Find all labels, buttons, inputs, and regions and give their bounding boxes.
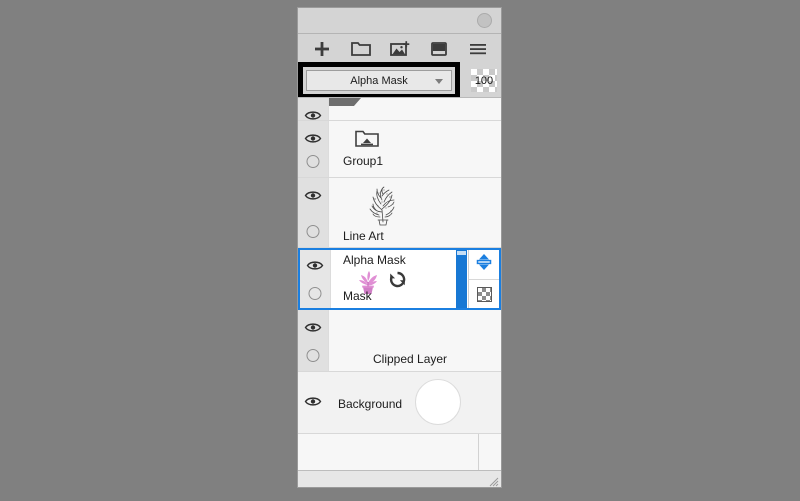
layer-scrollbar[interactable]	[456, 250, 467, 308]
blend-mode-dropdown[interactable]: Alpha Mask	[306, 70, 452, 91]
panel-titlebar	[298, 8, 501, 34]
layer-gutter	[298, 98, 329, 120]
layer-gutter	[300, 250, 331, 308]
layer-row[interactable]	[298, 98, 501, 121]
folder-icon	[353, 129, 381, 156]
layer-row-controls	[468, 250, 499, 308]
layer-lock-toggle[interactable]	[308, 287, 322, 300]
transparency-button[interactable]	[469, 279, 499, 309]
checkerboard-icon	[476, 287, 492, 302]
layer-row[interactable]: Group1	[298, 121, 501, 178]
layer-list[interactable]: Group1 Line Art Alpha Mask Mask Clipped …	[298, 97, 501, 470]
layer-gutter	[298, 121, 329, 177]
panel-footer	[298, 470, 501, 487]
layer-row-body: Alpha Mask Mask	[331, 250, 499, 308]
import-image-button[interactable]	[380, 35, 419, 63]
plus-icon	[312, 39, 332, 59]
layer-name: Line Art	[343, 229, 384, 243]
opacity-value: 100	[474, 74, 494, 87]
layer-row[interactable]: Clipped Layer	[298, 310, 501, 372]
visibility-eye-icon[interactable]	[306, 258, 324, 276]
layer-gutter	[298, 178, 329, 247]
add-layer-button[interactable]	[302, 35, 341, 63]
panel-toolbar	[298, 34, 501, 64]
layer-list-empty-area[interactable]	[298, 434, 501, 470]
panel-menu-circle-icon[interactable]	[477, 13, 492, 28]
up-down-arrows-icon	[474, 252, 494, 277]
resize-grip-icon[interactable]	[487, 474, 499, 487]
blend-mode-dropdown-wrap: Alpha Mask	[298, 62, 460, 99]
layer-name: Group1	[343, 154, 384, 168]
layer-panel: Alpha Mask 100 Group1 Line Art Alpha Mas…	[297, 7, 502, 488]
layer-lock-toggle[interactable]	[306, 349, 320, 362]
panel-menu-button[interactable]	[458, 35, 497, 63]
layer-gutter	[298, 310, 329, 371]
layer-gutter	[298, 372, 328, 433]
layer-name: Alpha Mask	[343, 253, 406, 267]
mask-icon	[429, 40, 449, 58]
image-plus-icon	[389, 39, 411, 59]
layer-thumbnail	[357, 182, 409, 228]
visibility-eye-icon[interactable]	[304, 131, 322, 149]
add-mask-button[interactable]	[419, 35, 458, 63]
layer-row-selected[interactable]: Alpha Mask Mask	[298, 248, 501, 310]
layer-row-body: Background	[328, 372, 501, 433]
layer-row[interactable]: Background	[298, 372, 501, 434]
move-updown-button[interactable]	[469, 250, 499, 279]
layer-lock-toggle[interactable]	[306, 155, 320, 168]
layer-partial-tab	[329, 98, 361, 106]
layer-row-body: Line Art	[329, 178, 501, 247]
menu-hamburger-icon	[468, 41, 488, 57]
add-folder-button[interactable]	[341, 35, 380, 63]
layer-row-body: Clipped Layer	[329, 310, 501, 371]
layer-sub-label: Mask	[343, 289, 372, 303]
chevron-down-icon	[435, 78, 443, 84]
layer-row-body	[329, 98, 501, 120]
layer-name: Background	[338, 397, 403, 411]
visibility-eye-icon[interactable]	[304, 320, 322, 338]
layer-row-body: Group1	[329, 121, 501, 177]
scrollbar-thumb-cap	[457, 251, 466, 255]
blend-mode-value: Alpha Mask	[350, 74, 408, 87]
refresh-link-icon[interactable]	[388, 270, 407, 294]
visibility-eye-icon[interactable]	[304, 394, 322, 412]
layer-row[interactable]: Line Art	[298, 178, 501, 248]
layer-thumbnail	[415, 379, 461, 425]
visibility-eye-icon[interactable]	[304, 188, 322, 206]
blend-mode-row: Alpha Mask 100	[298, 62, 501, 99]
folder-icon	[350, 40, 372, 58]
opacity-input[interactable]: 100	[471, 69, 497, 92]
layer-lock-toggle[interactable]	[306, 225, 320, 238]
layer-name: Clipped Layer	[373, 352, 448, 366]
